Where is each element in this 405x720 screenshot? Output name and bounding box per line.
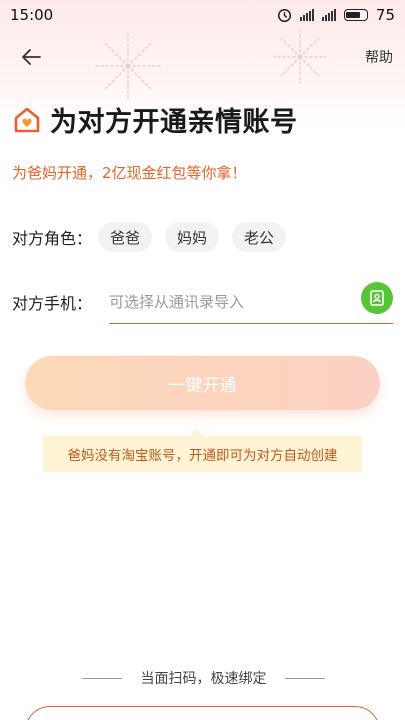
status-bar: 15:00 75 (0, 0, 405, 30)
nav-bar: 帮助 (0, 38, 405, 76)
divider-line-right (285, 677, 325, 679)
promo-text: 为爸妈开通，2亿现金红包等你拿！ (12, 164, 247, 182)
house-heart-icon (14, 107, 40, 132)
signal-icon (299, 9, 314, 21)
scan-bind-button[interactable] (25, 706, 380, 720)
phone-label: 对方手机： (12, 294, 93, 313)
role-option-dad[interactable]: 爸爸 (98, 222, 153, 252)
scan-divider: 当面扫码，极速绑定 (82, 668, 325, 688)
back-arrow-icon[interactable] (20, 48, 42, 66)
alarm-icon (277, 8, 291, 22)
scan-divider-text: 当面扫码，极速绑定 (140, 671, 267, 687)
divider-line-left (82, 677, 122, 679)
one-click-open-button[interactable]: 一键开通 (25, 356, 380, 410)
page-title: 为对方开通亲情账号 (50, 107, 298, 138)
tip-text: 爸妈没有淘宝账号，开通即可为对方自动创建 (67, 448, 338, 464)
battery-level: 75 (375, 6, 395, 24)
role-label: 对方角色： (12, 229, 93, 248)
page-title-row: 为对方开通亲情账号 (12, 100, 298, 139)
tip-banner: 爸妈没有淘宝账号，开通即可为对方自动创建 (43, 436, 362, 472)
help-link[interactable]: 帮助 (365, 47, 393, 67)
role-option-mom[interactable]: 妈妈 (165, 222, 220, 252)
battery-icon (343, 9, 368, 21)
status-icons: 75 (277, 6, 395, 24)
phone-input[interactable] (109, 284, 349, 320)
tip-pointer (190, 429, 204, 436)
role-selector: 对方角色： 爸爸 妈妈 老公 (12, 222, 299, 252)
contacts-icon (370, 290, 384, 306)
phone-input-wrapper (109, 282, 393, 324)
role-option-husband[interactable]: 老公 (232, 222, 287, 252)
phone-field-row: 对方手机： (12, 282, 393, 324)
signal-icon (321, 9, 336, 21)
status-time: 15:00 (10, 6, 54, 24)
contacts-button[interactable] (361, 282, 393, 314)
